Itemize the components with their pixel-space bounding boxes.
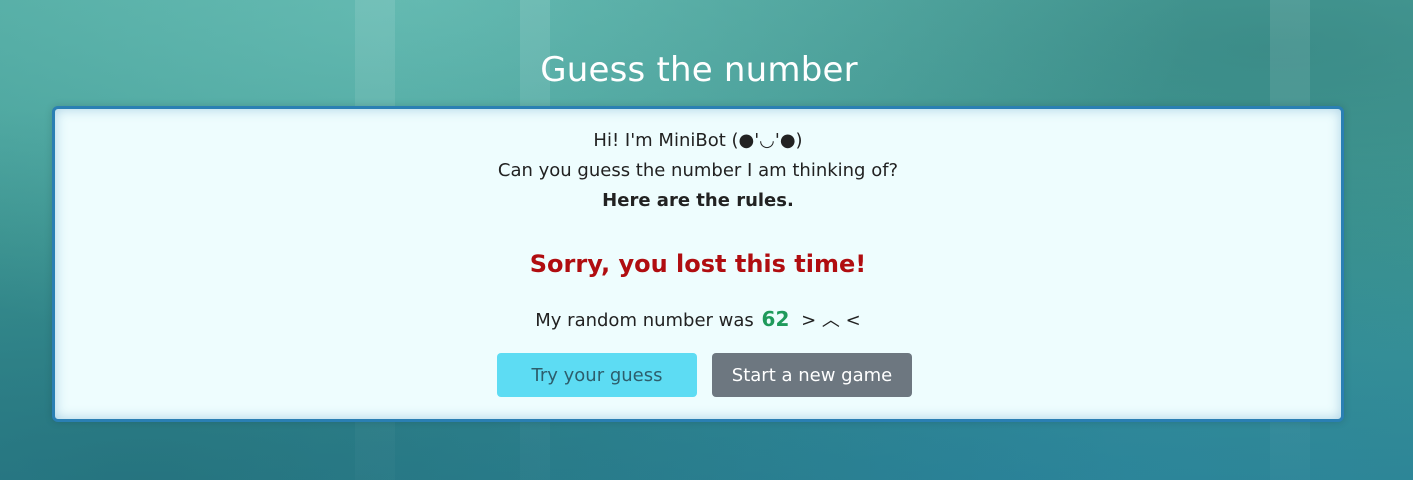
- number-reveal: My random number was 62 > ︿ <: [55, 307, 1341, 333]
- secret-number: 62: [761, 307, 790, 331]
- question-text: Can you guess the number I am thinking o…: [497, 160, 899, 181]
- new-game-button[interactable]: Start a new game: [712, 353, 912, 397]
- sad-face-emoticon: > ︿ <: [801, 310, 861, 331]
- page-title: Guess the number: [540, 50, 858, 90]
- result-message: Sorry, you lost this time!: [529, 250, 867, 278]
- rules-link[interactable]: Here are the rules.: [55, 189, 1341, 213]
- game-card: Hi! I'm MiniBot (●'◡'●) Can you guess th…: [52, 106, 1344, 422]
- reveal-prefix: My random number was: [535, 310, 754, 331]
- greeting-text: Hi! I'm MiniBot (●'◡'●): [593, 130, 803, 151]
- try-guess-button[interactable]: Try your guess: [497, 353, 697, 397]
